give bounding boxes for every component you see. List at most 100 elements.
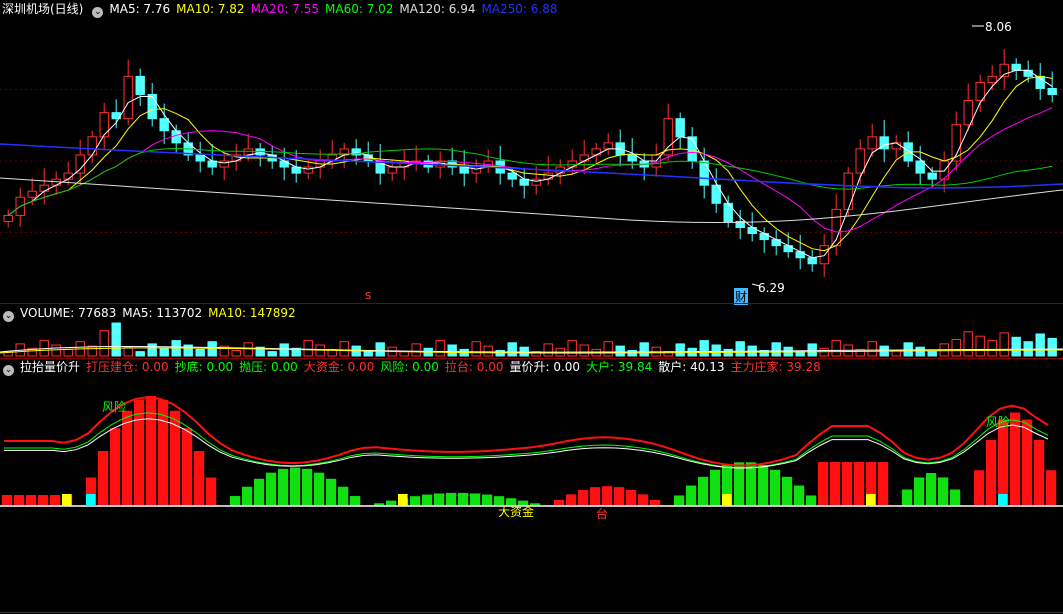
signal-bar [734,462,745,506]
candle-body [123,75,133,120]
volume-bar [927,351,937,357]
signal-bar [206,477,217,506]
price-chart[interactable] [0,18,1063,304]
candle-body [135,75,145,95]
volume-bar [603,341,613,357]
volume-bar [735,341,745,357]
volume-bar [951,339,961,357]
collapse-circle-icon[interactable]: ⌄ [92,7,104,18]
candle-body [867,136,877,150]
candle-body [279,160,289,168]
signal-bar [182,428,193,506]
volume-bar [339,341,349,357]
signal-bar [626,489,637,506]
candle-body [87,136,97,156]
volume-bar [579,344,589,357]
candle-body [27,190,37,198]
price-indicator-0: MA5: 7.76 [109,2,171,16]
candle-body [75,154,85,174]
candle-body [303,166,313,174]
volume-bar [135,351,145,357]
volume-bar [267,351,277,357]
signal-bar [38,495,49,506]
signal-marker [722,494,732,506]
price-indicator-4: MA120: 6.94 [399,2,476,16]
signal-bar [278,468,289,506]
signal-bar [674,495,685,506]
price-indicator-1: MA10: 7.82 [176,2,245,16]
signal-bar [134,399,145,506]
signal-indicator-3: 抛压: 0.00 [239,360,298,374]
signal-bar [566,494,577,506]
volume-bar [111,322,121,357]
candle-body [1011,63,1021,71]
volume-bar [411,343,421,357]
signal-bar [338,486,349,506]
candle-body [915,160,925,174]
collapse-circle-icon[interactable]: ⌄ [3,311,14,322]
signal-bar [602,486,613,506]
candle-body [159,118,169,132]
indicator-panel-header: ⌄ 拉抬量价升 打压建仓: 0.00 抄底: 0.00 抛压: 0.00 大资金: 0.0… [0,358,833,376]
volume-bar [615,345,625,357]
risk-label-2: 风险 [986,415,1011,429]
stock-title: 深圳机场(日线) [2,2,84,16]
candle-body [99,112,109,138]
volume-bar [771,342,781,357]
signal-bar [830,462,841,506]
signal-indicator-6: 拉台: 0.00 [444,360,504,374]
signal-marker [62,494,72,506]
signal-bar [974,470,985,506]
signal-indicator-4: 大资金: 0.00 [303,360,375,374]
candle-body [1023,69,1033,77]
signal-bar [326,478,337,506]
volume-bar [831,340,841,357]
volume-bar [63,348,73,357]
candle-body [675,118,685,138]
signal-bar [14,495,25,506]
volume-bar [471,341,481,357]
candle-body [603,142,613,150]
signal-bar [590,487,601,506]
signal-bar [998,419,1009,506]
signal-bar [782,476,793,506]
signal-indicator-9: 散户: 40.13 [658,360,725,374]
candle-body [579,154,589,162]
signal-bar [902,489,913,506]
signal-indicator-2: 抄底: 0.00 [174,360,234,374]
candle-body [543,172,553,180]
indicator-chart[interactable] [0,376,1063,614]
signal-indicator-0: 拉抬量价升 [20,360,81,374]
signal-bar [422,494,433,506]
signal-bar [686,485,697,506]
price-indicator-5: MA250: 6.88 [481,2,558,16]
signal-bar [746,462,757,506]
volume-bar [447,344,457,357]
volume-bar [1047,337,1057,357]
candle-body [147,94,157,120]
candle-body [171,130,181,144]
volume-bar [51,344,61,357]
volume-bar [867,341,877,357]
volume-indicator-0: VOLUME: 77683 [20,306,117,320]
signal-bar [50,495,61,506]
signal-bar [806,495,817,506]
volume-bar [87,345,97,357]
signal-bar [638,494,649,506]
candle-body [411,160,421,163]
signal-bar [614,487,625,506]
volume-bar [231,350,241,357]
volume-bar [711,344,721,357]
signal-bar [710,469,721,506]
signal-bar [122,410,133,506]
signal-bar [254,478,265,506]
signal-marker [998,494,1008,506]
candle-body [855,148,865,174]
candle-body [507,172,517,180]
volume-bar [195,348,205,357]
volume-bar [975,335,985,357]
volume-chart[interactable] [0,322,1063,358]
signal-bar [854,462,865,506]
collapse-circle-icon[interactable]: ⌄ [3,365,14,376]
signal-bar [302,468,313,506]
